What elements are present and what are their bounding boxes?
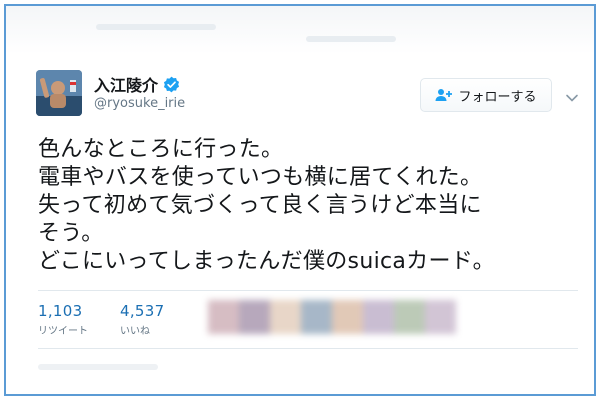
add-person-icon — [435, 88, 453, 102]
follow-button[interactable]: フォローする — [420, 78, 552, 112]
tweet-line: 電車やバスを使っていつも横に居てくれた。 — [38, 165, 483, 190]
avatar-image — [36, 70, 82, 116]
chevron-down-icon[interactable] — [565, 88, 579, 102]
liker-avatar — [239, 300, 270, 334]
liker-avatar — [270, 300, 301, 334]
liker-avatar — [208, 300, 239, 334]
like-stat[interactable]: 4,537 いいね — [120, 302, 164, 337]
liker-avatar — [363, 300, 394, 334]
user-handle[interactable]: @ryosuke_irie — [94, 96, 185, 111]
liker-avatar — [301, 300, 332, 334]
like-count: 4,537 — [120, 302, 165, 320]
like-label: いいね — [120, 326, 150, 337]
liker-avatar — [332, 300, 363, 334]
follow-button-label: フォローする — [458, 89, 537, 105]
liker-avatar — [425, 300, 456, 334]
ghost-line — [96, 24, 216, 30]
background-header-ghost — [6, 6, 594, 54]
stats-divider-top — [38, 290, 578, 291]
retweet-count: 1,103 — [38, 302, 83, 320]
retweet-label: リツイート — [38, 326, 88, 337]
name-row: 入江陵介 — [94, 72, 180, 96]
liker-avatars-blurred — [208, 300, 456, 334]
tweet-card: 入江陵介 @ryosuke_irie フォローする 色んなところに行った。 電車… — [20, 58, 582, 378]
stats-divider-bottom — [38, 348, 578, 349]
tweet-line: 色んなところに行った。 — [38, 137, 284, 162]
screenshot-frame: 入江陵介 @ryosuke_irie フォローする 色んなところに行った。 電車… — [4, 4, 596, 396]
retweet-stat[interactable]: 1,103 リツイート — [38, 302, 88, 337]
tweet-line: どこにいってしまったんだ僕のsuicaカード。 — [38, 249, 495, 274]
avatar[interactable] — [36, 70, 82, 116]
tweet-text: 色んなところに行った。 電車やバスを使っていつも横に居てくれた。 失って初めて気… — [38, 136, 578, 276]
ghost-line — [306, 36, 396, 42]
footer-ghost — [38, 364, 158, 370]
liker-avatar — [394, 300, 425, 334]
verified-badge-icon — [163, 76, 180, 93]
display-name[interactable]: 入江陵介 — [94, 72, 158, 96]
tweet-line: そう。 — [38, 221, 104, 246]
tweet-line: 失って初めて気づくって良く言うけど本当に — [38, 193, 482, 218]
